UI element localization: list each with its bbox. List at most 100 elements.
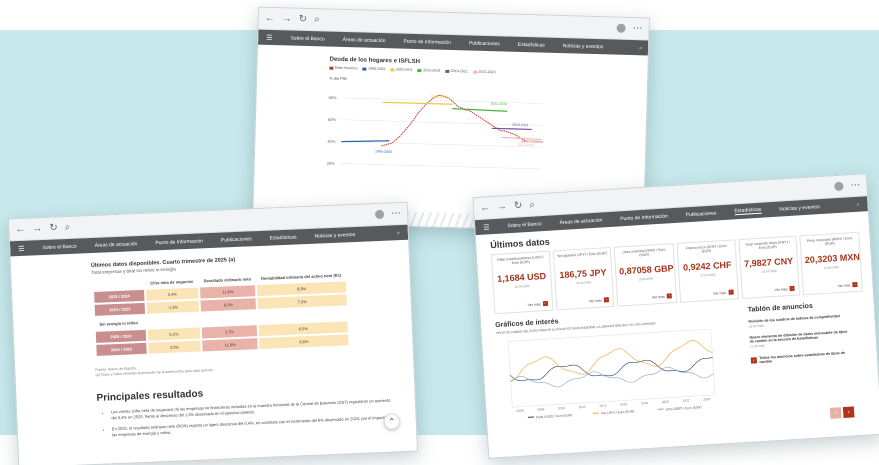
nav-item-areas[interactable]: Áreas de actuación [343,36,386,43]
search-icon[interactable]: ⌕ [857,201,860,207]
search-icon[interactable]: ⌕ [397,230,400,236]
card-label: Peso mexicano (MXN) / Euro (EUR) [806,236,853,247]
nav-item-estadisticas[interactable]: Estadísticas [270,234,297,241]
arrow-right-icon: › [852,281,858,288]
board-title: Tablón de anuncios [747,302,814,314]
hamburger-icon[interactable]: ☰ [483,223,490,231]
row-label: 2024 / 2023 [96,342,147,356]
forward-icon[interactable]: → [282,13,292,24]
card-date: 12.04.2026 [761,268,777,274]
next-button[interactable]: › [842,406,855,419]
nav-item-areas[interactable]: Áreas de actuación [95,241,138,249]
card-value: 20,3203 MXN [804,251,861,266]
segment-annotation: 2011-2019 [490,102,507,106]
graphs-section: Gráficos de interés TIPOS DE CAMBIO DEL … [495,308,736,431]
nav-item-punto[interactable]: Punto de Información [155,238,203,246]
card-date: 12.04.2026 [575,280,592,286]
profile-avatar[interactable] [834,181,844,192]
more-icon[interactable]: ⋯ [391,208,401,219]
arrow-right-icon: › [542,300,548,307]
rate-card[interactable]: Libra esterlina (GBP) / Euro (EUR) 0,870… [613,243,678,307]
nav-item-publicaciones[interactable]: Publicaciones [221,236,252,243]
arrow-right-icon: › [750,357,757,364]
results-table: Cifra neta de negocios Resultado ordinar… [92,268,351,358]
arrow-right-icon: › [789,285,795,292]
rate-card[interactable]: Yuan renminbi chino (CNY) / Euro (EUR) 7… [737,235,800,300]
profile-avatar[interactable] [374,209,385,220]
back-icon[interactable]: ← [480,202,491,214]
table-cell: 7,3% [257,294,347,310]
legend-swatch [362,67,367,71]
card-value: 186,75 JPY [559,267,607,281]
nav-item-noticias[interactable]: Noticias y eventos [563,43,604,50]
board-item[interactable]: Nuevo elemento de difusión de datos mens… [749,329,850,349]
nav-item-sobre[interactable]: Sobre el Banco [290,35,324,42]
plot-area [507,328,716,408]
legend-label: Yen (JPY) / Euro (EUR) [601,409,635,415]
rate-card[interactable]: Dólar estadounidense (USD) / Euro (EUR) … [490,250,553,315]
card-more-link[interactable]: Ver más › [775,285,795,292]
rate-card[interactable]: Yen japonés (JPY) / Euro (EUR) 186,75 JP… [552,246,615,311]
y-tick-label: 40% [327,139,336,144]
row-label: 2025 / 2024 [95,329,147,343]
nav-item-publicaciones[interactable]: Publicaciones [685,210,716,218]
card-date: 12.04.2026 [700,272,716,278]
x-tick-label: 2020 [662,400,670,404]
nav-item-punto[interactable]: Punto de Información [403,38,451,45]
forward-icon[interactable]: → [497,201,508,213]
legend-swatch [445,69,450,73]
card-value: 1,1684 USD [496,270,547,284]
search-icon[interactable]: ⌕ [314,14,320,25]
browser-window-data: ← → ↻ ⌕ ⋯ ☰ Sobre el Banco Áreas de actu… [472,173,879,459]
more-icon[interactable]: ⋯ [632,23,642,34]
legend-item: 2003-2011 [390,67,413,72]
search-icon[interactable]: ⌕ [529,199,535,210]
board-item[interactable]: Revisión de los cuadros de índices de co… [748,314,848,330]
reload-icon[interactable]: ↻ [514,200,523,211]
col-header: Cifra neta de negocios [150,278,194,286]
card-more-link[interactable]: Ver más › [528,300,548,307]
search-icon[interactable]: ⌕ [65,221,71,232]
nav-item-publicaciones[interactable]: Publicaciones [469,40,500,47]
scroll-top-button[interactable]: ⌃ [383,413,401,430]
profile-avatar[interactable] [616,23,626,33]
nav-item-noticias[interactable]: Noticias y eventos [779,204,820,212]
prev-button[interactable]: ‹ [829,407,842,419]
hamburger-icon[interactable]: ☰ [18,244,25,252]
more-icon[interactable]: ⋯ [850,179,861,191]
legend-item: 2021-2023 [472,70,496,74]
table-source: Fuente: Banco de España. (a) Tasas y rat… [95,355,393,377]
table-cell: 5,2% [147,327,201,341]
legend-swatch [390,67,395,71]
nav-item-sobre[interactable]: Sobre el Banco [42,243,76,250]
browser-window-results: ← → ↻ ⌕ ⋯ ☰ Sobre el Banco Áreas de actu… [7,201,419,465]
legend-swatch [329,66,334,70]
reload-icon[interactable]: ↻ [299,13,308,24]
board-all-link[interactable]: › Todos los anuncios sobre estadísticas d… [750,350,851,364]
hamburger-icon[interactable]: ☰ [266,33,273,41]
table-cell: 2,0% [148,340,201,354]
card-more-link[interactable]: Ver más › [589,297,610,303]
table-cell: 2,7% [201,325,258,339]
x-tick-label: 2022 [682,398,690,402]
rate-card[interactable]: Franco suizo (CHF) / Euro (EUR) 0,9242 C… [676,239,739,303]
card-more-link[interactable]: Ver más › [837,281,858,288]
card-more-link[interactable]: Ver más › [713,289,734,296]
nav-item-sobre[interactable]: Sobre el Banco [507,221,542,229]
nav-item-noticias[interactable]: Noticias y eventos [314,231,355,239]
fx-chart[interactable]: 2006 2008 2010 2012 2014 2016 2018 2020 2022 2024… [496,322,731,426]
table-cell: 6,0% [200,298,257,312]
table-cell: 6,9% [257,281,346,297]
nav-item-areas[interactable]: Áreas de actuación [559,217,602,226]
search-icon[interactable]: ⌕ [639,45,642,51]
gridline [341,141,542,148]
nav-item-punto[interactable]: Punto de Información [620,213,668,222]
rate-card[interactable]: Peso mexicano (MXN) / Euro (EUR) 20,3203… [799,231,863,296]
card-more-link[interactable]: Ver más › [652,293,672,299]
back-icon[interactable]: ← [15,223,25,234]
reload-icon[interactable]: ↻ [49,222,58,233]
nav-item-estadisticas[interactable]: Estadísticas [734,206,762,216]
nav-item-estadisticas[interactable]: Estadísticas [518,41,545,48]
forward-icon[interactable]: → [32,223,42,234]
back-icon[interactable]: ← [265,12,275,23]
